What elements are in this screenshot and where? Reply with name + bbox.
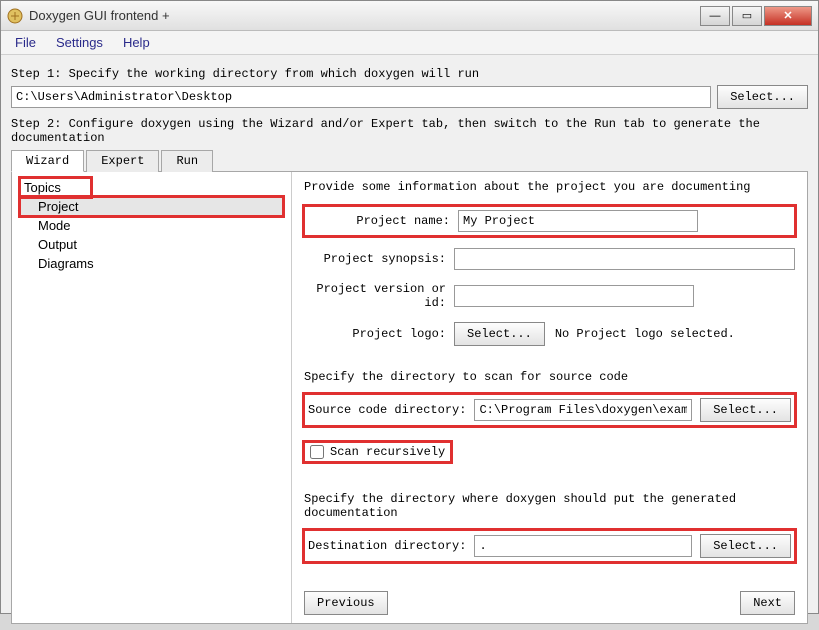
logo-label: Project logo:	[304, 327, 454, 341]
main-panel: Provide some information about the proje…	[292, 172, 807, 623]
synopsis-label: Project synopsis:	[304, 252, 454, 266]
working-dir-input[interactable]	[11, 86, 711, 108]
srcdir-select-button[interactable]: Select...	[700, 398, 791, 422]
maximize-button[interactable]: ▭	[732, 6, 762, 26]
app-window: Doxygen GUI frontend + — ▭ ✕ File Settin…	[0, 0, 819, 614]
topics-sidebar: Topics Project Mode Output Diagrams	[12, 172, 292, 623]
minimize-button[interactable]: —	[700, 6, 730, 26]
topics-header: Topics	[20, 178, 91, 197]
content: Step 1: Specify the working directory fr…	[1, 55, 818, 630]
destdir-input[interactable]	[474, 535, 692, 557]
destdir-label: Destination directory:	[308, 539, 466, 553]
next-button[interactable]: Next	[740, 591, 795, 615]
source-section-label: Specify the directory to scan for source…	[304, 370, 795, 384]
version-label: Project version or id:	[304, 282, 454, 310]
topic-output[interactable]: Output	[20, 235, 283, 254]
tab-run[interactable]: Run	[161, 150, 213, 172]
topic-diagrams[interactable]: Diagrams	[20, 254, 283, 273]
working-dir-select-button[interactable]: Select...	[717, 85, 808, 109]
tab-expert[interactable]: Expert	[86, 150, 159, 172]
tab-wizard[interactable]: Wizard	[11, 150, 84, 172]
topic-project[interactable]: Project	[20, 197, 283, 216]
dest-section-label: Specify the directory where doxygen shou…	[304, 492, 795, 520]
previous-button[interactable]: Previous	[304, 591, 388, 615]
project-name-input[interactable]	[458, 210, 698, 232]
window-controls: — ▭ ✕	[700, 6, 812, 26]
step1-label: Step 1: Specify the working directory fr…	[11, 67, 808, 81]
scan-recursive-label: Scan recursively	[330, 445, 445, 459]
step2-label: Step 2: Configure doxygen using the Wiza…	[11, 117, 808, 145]
close-button[interactable]: ✕	[764, 6, 812, 26]
destdir-select-button[interactable]: Select...	[700, 534, 791, 558]
topic-mode[interactable]: Mode	[20, 216, 283, 235]
logo-status: No Project logo selected.	[555, 327, 735, 341]
logo-select-button[interactable]: Select...	[454, 322, 545, 346]
tabs: Wizard Expert Run	[11, 149, 808, 172]
srcdir-label: Source code directory:	[308, 403, 466, 417]
version-input[interactable]	[454, 285, 694, 307]
srcdir-input[interactable]	[474, 399, 692, 421]
intro-label: Provide some information about the proje…	[304, 180, 795, 194]
menubar: File Settings Help	[1, 31, 818, 55]
scan-recursive-checkbox[interactable]	[310, 445, 324, 459]
project-name-label: Project name:	[308, 214, 458, 228]
titlebar: Doxygen GUI frontend + — ▭ ✕	[1, 1, 818, 31]
app-icon	[7, 8, 23, 24]
menu-help[interactable]: Help	[113, 32, 160, 53]
menu-file[interactable]: File	[5, 32, 46, 53]
wizard-pane: Topics Project Mode Output Diagrams Prov…	[11, 172, 808, 624]
menu-settings[interactable]: Settings	[46, 32, 113, 53]
synopsis-input[interactable]	[454, 248, 795, 270]
window-title: Doxygen GUI frontend +	[29, 8, 700, 23]
